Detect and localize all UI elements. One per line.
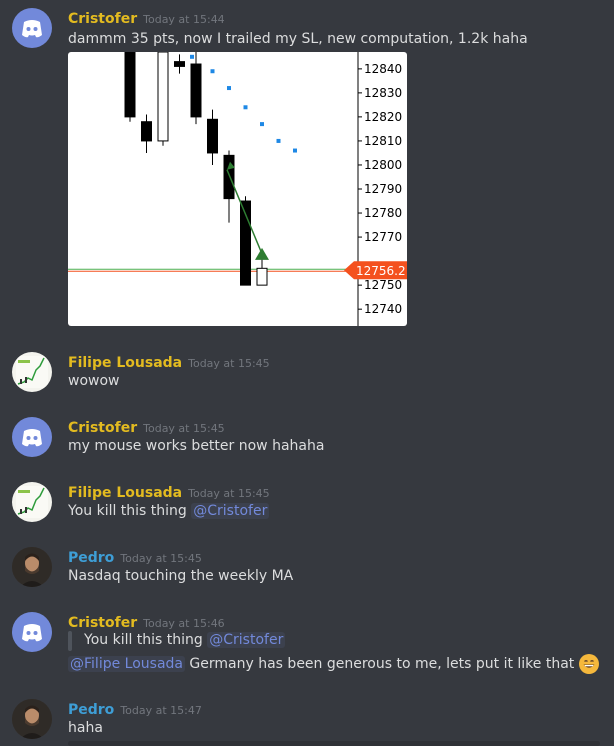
sar-dot bbox=[276, 138, 281, 143]
candle-body bbox=[124, 52, 136, 118]
price-tick-label: 12820 bbox=[364, 110, 402, 124]
price-tick-label: 12790 bbox=[364, 182, 402, 196]
message-text: You kill this thing @Cristofer bbox=[68, 503, 270, 519]
author-name[interactable]: Cristofer bbox=[68, 615, 137, 631]
message-header: Cristofer Today at 15:45 bbox=[68, 417, 225, 436]
price-tick-label: 12810 bbox=[364, 134, 402, 148]
timestamp[interactable]: Today at 15:45 bbox=[143, 422, 225, 435]
author-name[interactable]: Pedro bbox=[68, 702, 114, 718]
message-text-part: Germany has been generous to me, lets pu… bbox=[184, 656, 575, 672]
chart-thumbnail-avatar bbox=[16, 356, 48, 388]
discord-logo-icon bbox=[22, 624, 42, 642]
candle-body bbox=[157, 52, 169, 142]
message-group: Pedro Today at 15:47 haha bbox=[0, 699, 614, 739]
trade-exit-marker bbox=[255, 247, 269, 260]
message-header: Filipe Lousada Today at 15:45 bbox=[68, 482, 270, 501]
candle-body bbox=[141, 121, 152, 142]
message-header: Pedro Today at 15:45 bbox=[68, 547, 202, 566]
sar-dot bbox=[190, 54, 194, 59]
quote-bar bbox=[68, 631, 72, 651]
price-tick-label: 12750 bbox=[364, 278, 402, 292]
chart-image-attachment[interactable]: 12840 12830 12820 12810 12800 12790 12780 12770… bbox=[68, 52, 407, 326]
timestamp[interactable]: Today at 15:44 bbox=[143, 13, 225, 26]
avatar[interactable] bbox=[12, 699, 52, 739]
user-photo-avatar bbox=[12, 547, 52, 587]
avatar[interactable] bbox=[12, 547, 52, 587]
price-tick-label: 12800 bbox=[364, 158, 402, 172]
price-tick-label: 12770 bbox=[364, 230, 402, 244]
timestamp[interactable]: Today at 15:47 bbox=[120, 704, 202, 717]
user-mention[interactable]: @Filipe Lousada bbox=[68, 656, 185, 672]
candle-body bbox=[223, 154, 235, 200]
message-header: Cristofer Today at 15:44 bbox=[68, 8, 225, 27]
avatar[interactable] bbox=[12, 612, 52, 652]
message-group: Filipe Lousada Today at 15:45 wowow bbox=[0, 352, 614, 392]
message-header: Cristofer Today at 15:46 bbox=[68, 612, 225, 631]
horizontal-scrollbar[interactable] bbox=[68, 741, 600, 746]
sar-dot bbox=[227, 86, 231, 91]
candle-body bbox=[174, 61, 185, 67]
message-header: Pedro Today at 15:47 bbox=[68, 699, 202, 718]
sar-dot bbox=[210, 69, 215, 74]
avatar[interactable] bbox=[12, 8, 52, 48]
avatar[interactable] bbox=[12, 482, 52, 522]
timestamp[interactable]: Today at 15:45 bbox=[188, 487, 270, 500]
author-name[interactable]: Cristofer bbox=[68, 11, 137, 27]
avatar[interactable] bbox=[12, 417, 52, 457]
price-tick-label: 12740 bbox=[364, 302, 402, 316]
message-group: Cristofer Today at 15:46 You kill this th… bbox=[0, 612, 614, 676]
user-mention[interactable]: @Cristofer bbox=[191, 503, 270, 519]
message-text: haha bbox=[68, 720, 103, 736]
timestamp[interactable]: Today at 15:45 bbox=[188, 357, 270, 370]
message-group: Pedro Today at 15:45 Nasdaq touching the … bbox=[0, 547, 614, 587]
timestamp[interactable]: Today at 15:46 bbox=[143, 617, 225, 630]
sar-dot bbox=[260, 122, 264, 127]
message-text: Nasdaq touching the weekly MA bbox=[68, 568, 294, 584]
message-text: dammm 35 pts, now I trailed my SL, new c… bbox=[68, 31, 528, 47]
price-tick-label: 12780 bbox=[364, 206, 402, 220]
quote-text-part: You kill this thing bbox=[84, 632, 208, 648]
author-name[interactable]: Pedro bbox=[68, 550, 114, 566]
author-name[interactable]: Filipe Lousada bbox=[68, 355, 182, 371]
price-tick-label: 12830 bbox=[364, 86, 402, 100]
message-text: wowow bbox=[68, 373, 120, 389]
author-name[interactable]: Filipe Lousada bbox=[68, 485, 182, 501]
sar-dot bbox=[293, 148, 297, 153]
message-header: Filipe Lousada Today at 15:45 bbox=[68, 352, 270, 371]
message-group: Cristofer Today at 15:45 my mouse works b… bbox=[0, 417, 614, 457]
sar-dot bbox=[243, 105, 248, 110]
candle-body bbox=[256, 267, 268, 286]
candle-body bbox=[190, 63, 202, 118]
discord-logo-icon bbox=[22, 429, 42, 447]
grinning-face-emoji[interactable] bbox=[578, 654, 599, 674]
discord-logo-icon bbox=[22, 20, 42, 38]
candle-body bbox=[207, 118, 218, 154]
candlestick-chart: 12840 12830 12820 12810 12800 12790 12780 12770… bbox=[68, 52, 407, 326]
author-name[interactable]: Cristofer bbox=[68, 420, 137, 436]
chart-thumbnail-avatar bbox=[16, 486, 48, 518]
timestamp[interactable]: Today at 15:45 bbox=[120, 552, 202, 565]
message-text: @Filipe Lousada Germany has been generou… bbox=[68, 654, 599, 674]
message-text-part: You kill this thing bbox=[68, 503, 192, 519]
current-price-label: 12756.2 bbox=[356, 264, 406, 278]
message-group: Filipe Lousada Today at 15:45 You kill th… bbox=[0, 482, 614, 522]
user-mention[interactable]: @Cristofer bbox=[207, 632, 286, 648]
quote-text: You kill this thing @Cristofer bbox=[84, 632, 286, 648]
message-text: my mouse works better now hahaha bbox=[68, 438, 325, 454]
user-photo-avatar bbox=[12, 699, 52, 739]
price-tick-label: 12840 bbox=[364, 62, 402, 76]
avatar[interactable] bbox=[12, 352, 52, 392]
